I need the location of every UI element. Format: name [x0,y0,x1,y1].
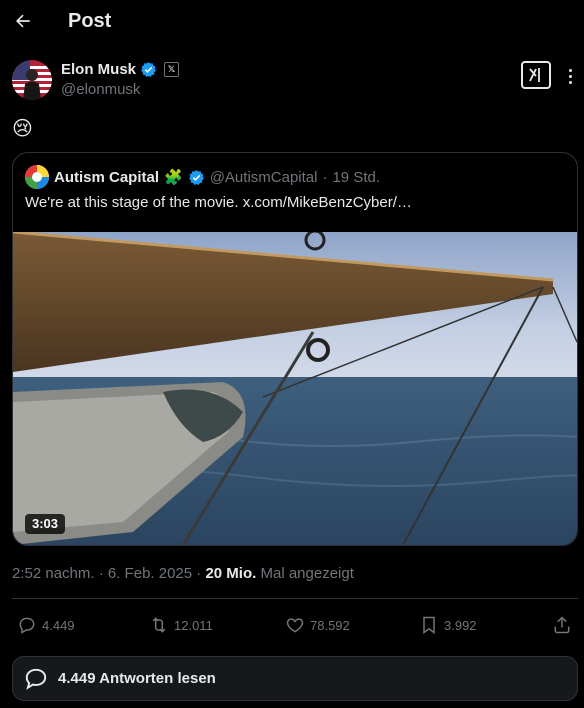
puzzle-icon: 🧩 [164,169,183,186]
top-bar: Post [0,0,584,44]
more-icon-dot [568,74,572,78]
back-button[interactable] [8,4,38,38]
x-logo-icon: 𝕏 [164,62,180,77]
page-title: Post [68,10,112,32]
grok-icon [529,68,540,82]
bookmark-icon [423,616,435,634]
read-replies-label: 4.449 Antworten lesen [58,670,216,687]
reply-count: 4.449 [42,617,75,633]
bookmark-button[interactable]: 3.992 [419,610,477,640]
post-timestamp[interactable]: 2:52 nachm. · 6. Feb. 2025 · [12,565,201,582]
author-avatar[interactable] [12,60,52,100]
post-meta: 2:52 nachm. · 6. Feb. 2025 · 20 Mio. Mal… [12,565,354,582]
quote-author-name[interactable]: Autism Capital [54,169,159,186]
share-icon [554,616,570,634]
repost-count: 12.011 [174,617,213,633]
bookmark-count: 3.992 [444,617,477,633]
divider [12,598,578,599]
more-icon-dot [568,80,572,84]
repost-icon [152,617,166,633]
video-duration: 3:03 [25,514,66,534]
action-bar: 4.449 12.011 78.592 3.992 [0,610,584,640]
quote-author-handle[interactable]: @AutismCapital [210,169,318,186]
repost-button[interactable]: 12.011 [149,610,213,640]
author-name-row[interactable]: Elon Musk 𝕏 [61,61,180,78]
quote-time[interactable]: 19 Std. [332,169,380,186]
back-arrow-icon [16,14,30,28]
author-handle[interactable]: @elonmusk [61,81,140,98]
reply-icon [19,617,35,634]
video-player[interactable]: 3:03 [13,232,577,545]
author-name[interactable]: Elon Musk [61,61,136,78]
share-button[interactable] [552,610,572,640]
like-icon [286,618,304,633]
like-button[interactable]: 78.592 [285,610,350,640]
like-count: 78.592 [310,617,350,633]
post-text: 😢 [12,118,33,140]
grok-button[interactable] [521,61,551,89]
separator-dot: · [322,168,328,186]
verified-icon [188,169,204,185]
quote-avatar[interactable] [25,165,49,189]
quote-text: We're at this stage of the movie. x.com/… [25,194,412,211]
more-icon-dot [568,68,572,72]
quote-header: Autism Capital 🧩 @AutismCapital · 19 Std… [25,165,380,189]
video-frame [13,232,577,545]
conversation-icon [25,668,47,690]
view-label: Mal angezeigt [260,565,354,582]
more-button[interactable] [560,66,580,86]
read-replies-button[interactable]: 4.449 Antworten lesen [12,656,578,701]
verified-icon [141,62,156,77]
reply-button[interactable]: 4.449 [17,610,75,640]
view-count: 20 Mio. [205,565,257,582]
quoted-post[interactable]: Autism Capital 🧩 @AutismCapital · 19 Std… [12,152,578,546]
